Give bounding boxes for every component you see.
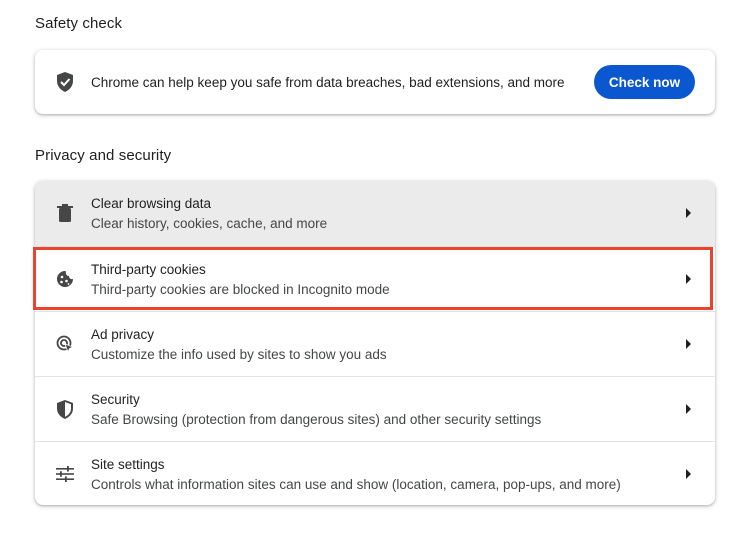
check-now-button[interactable]: Check now	[594, 65, 695, 99]
row-ad-privacy[interactable]: Ad privacy Customize the info used by si…	[35, 311, 715, 376]
row-clear-browsing-data[interactable]: Clear browsing data Clear history, cooki…	[35, 181, 715, 246]
safety-check-card: Chrome can help keep you safe from data …	[35, 50, 715, 114]
shield-check-icon	[54, 71, 76, 93]
row-third-party-cookies[interactable]: Third-party cookies Third-party cookies …	[35, 246, 715, 311]
trash-icon	[54, 202, 76, 224]
row-label: Security	[91, 392, 140, 407]
safety-check-heading: Safety check	[35, 15, 123, 32]
settings-page: Safety check Chrome can help keep you sa…	[0, 0, 755, 559]
arrow-right-icon	[686, 404, 691, 414]
row-sublabel: Customize the info used by sites to show…	[91, 347, 387, 362]
cookie-icon	[54, 268, 76, 290]
row-site-settings[interactable]: Site settings Controls what information …	[35, 441, 715, 505]
row-sublabel: Third-party cookies are blocked in Incog…	[91, 282, 390, 297]
shield-icon	[54, 398, 76, 420]
safety-check-description: Chrome can help keep you safe from data …	[91, 74, 565, 90]
row-label: Ad privacy	[91, 327, 155, 342]
row-security[interactable]: Security Safe Browsing (protection from …	[35, 376, 715, 441]
row-sublabel: Controls what information sites can use …	[91, 477, 621, 492]
sliders-icon	[54, 463, 76, 485]
row-sublabel: Safe Browsing (protection from dangerous…	[91, 412, 542, 427]
privacy-security-heading: Privacy and security	[35, 147, 172, 164]
safety-check-row: Chrome can help keep you safe from data …	[35, 50, 715, 114]
arrow-right-icon	[686, 274, 691, 284]
ad-privacy-icon	[54, 333, 76, 355]
row-label: Third-party cookies	[91, 262, 206, 277]
row-label: Site settings	[91, 457, 165, 472]
row-sublabel: Clear history, cookies, cache, and more	[91, 216, 328, 231]
row-label: Clear browsing data	[91, 196, 212, 211]
arrow-right-icon	[686, 208, 691, 218]
arrow-right-icon	[686, 339, 691, 349]
arrow-right-icon	[686, 469, 691, 479]
privacy-security-card: Clear browsing data Clear history, cooki…	[35, 181, 715, 505]
